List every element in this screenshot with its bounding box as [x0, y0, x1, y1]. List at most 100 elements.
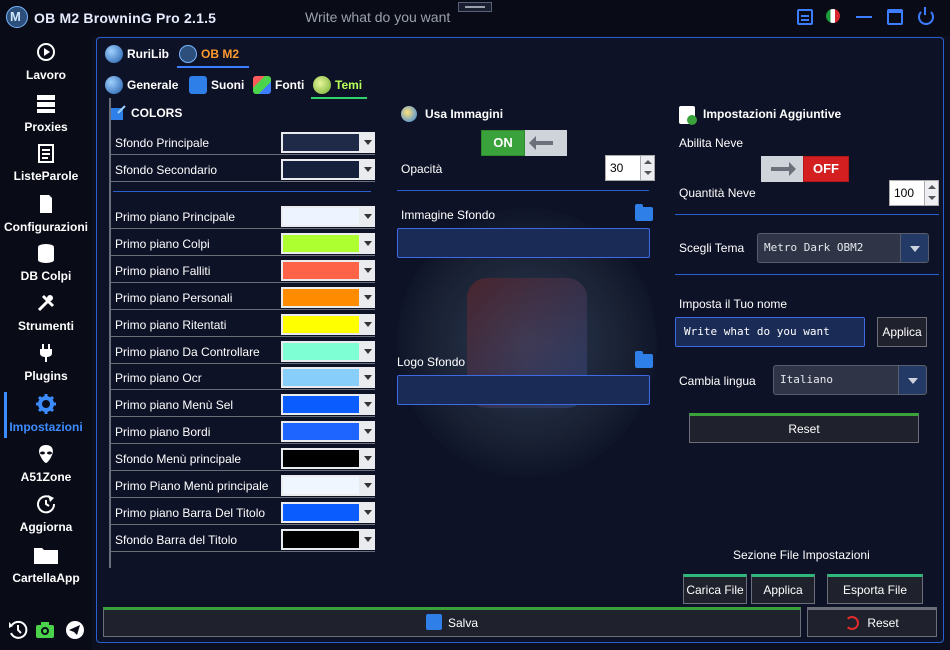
color-row: Sfondo Menù principale [111, 446, 375, 471]
color-swatch[interactable] [281, 341, 361, 362]
drag-handle-icon[interactable] [458, 2, 492, 12]
tab-generale[interactable]: Generale [103, 71, 183, 99]
folder-icon[interactable] [635, 351, 653, 368]
sidebar-item-listeparole[interactable]: ListeParole [0, 139, 92, 189]
sidebar: Lavoro Proxies ListeParole Configurazion… [0, 36, 92, 650]
color-swatch[interactable] [281, 367, 361, 388]
sidebar-item-plugins[interactable]: Plugins [0, 339, 92, 389]
minimize-icon[interactable] [856, 16, 872, 18]
color-dropdown-button[interactable] [361, 475, 375, 496]
color-dropdown-button[interactable] [361, 448, 375, 469]
sidebar-item-label: Aggiorna [19, 520, 73, 534]
folder-icon[interactable] [635, 204, 653, 221]
chevron-down-icon[interactable] [900, 234, 928, 262]
color-dropdown-button[interactable] [361, 132, 375, 153]
snow-qty-stepper[interactable]: 100 [889, 180, 939, 206]
sidebar-item-proxies[interactable]: Proxies [0, 90, 92, 140]
color-swatch[interactable] [281, 394, 361, 415]
color-swatch[interactable] [281, 287, 361, 308]
color-swatch[interactable] [281, 421, 361, 442]
tab-temi[interactable]: Temi [311, 71, 367, 99]
sidebar-item-db-colpi[interactable]: DB Colpi [0, 239, 92, 289]
tab-suoni[interactable]: Suoni [187, 71, 247, 99]
color-dropdown-button[interactable] [361, 421, 375, 442]
camera-icon[interactable] [35, 620, 55, 640]
file-section-label: Sezione File Impostazioni [733, 548, 870, 562]
color-dropdown-button[interactable] [361, 502, 375, 523]
color-dropdown-button[interactable] [361, 260, 375, 281]
apply-file-button[interactable]: Applica [751, 574, 815, 604]
color-dropdown-button[interactable] [361, 233, 375, 254]
sidebar-item-configurazioni[interactable]: Configurazioni [0, 190, 92, 240]
save-button[interactable]: Salva [103, 607, 801, 637]
color-swatch[interactable] [281, 159, 361, 180]
save-icon [425, 614, 442, 630]
tab-fonti[interactable]: Fonti [251, 71, 305, 99]
color-dropdown-button[interactable] [361, 314, 375, 335]
color-dropdown-button[interactable] [361, 341, 375, 362]
stepper-arrows[interactable] [924, 181, 938, 205]
power-icon[interactable] [918, 7, 934, 25]
additional-settings-title: Impostazioni Aggiuntive [703, 107, 842, 121]
use-images-label: Usa Immagini [425, 107, 504, 121]
title-search-input[interactable]: Write what do you want [305, 9, 450, 25]
tab-ob-m2[interactable]: OB M2 [177, 40, 249, 68]
export-file-button[interactable]: Esporta File [827, 574, 923, 604]
stepper-arrows[interactable] [640, 156, 654, 180]
load-file-button[interactable]: Carica File [683, 574, 747, 604]
sidebar-item-aggiorna[interactable]: Aggiorna [0, 490, 92, 540]
color-dropdown-button[interactable] [361, 287, 375, 308]
server-icon [37, 95, 55, 113]
language-select[interactable]: Italiano [773, 365, 927, 395]
snow-qty-label: Quantità Neve [679, 186, 756, 200]
color-swatch[interactable] [281, 448, 361, 469]
history-icon[interactable] [8, 620, 28, 640]
sidebar-item-cartellaapp[interactable]: CartellaApp [0, 541, 92, 591]
color-row-label: Primo piano Bordi [115, 425, 211, 439]
color-swatch[interactable] [281, 314, 361, 335]
color-swatch[interactable] [281, 132, 361, 153]
color-row-label: Sfondo Menù principale [115, 452, 242, 466]
italian-flag-icon[interactable] [826, 9, 840, 23]
color-swatch[interactable] [281, 475, 361, 496]
sidebar-item-strumenti[interactable]: Strumenti [0, 289, 92, 339]
color-swatch[interactable] [281, 260, 361, 281]
theme-select[interactable]: Metro Dark OBM2 [757, 233, 929, 263]
color-dropdown-button[interactable] [361, 367, 375, 388]
logo-input[interactable] [397, 375, 650, 405]
reset-label: Reset [867, 616, 899, 630]
opacity-stepper[interactable]: 30 [605, 155, 655, 181]
color-dropdown-button[interactable] [361, 394, 375, 415]
separator [113, 191, 371, 192]
apply-name-button[interactable]: Applica [877, 317, 927, 347]
reset-settings-button[interactable]: Reset [689, 413, 919, 443]
separator [397, 190, 649, 191]
color-dropdown-button[interactable] [361, 159, 375, 180]
chevron-down-icon[interactable] [898, 366, 926, 394]
bg-image-input[interactable] [397, 228, 650, 258]
palette-icon [313, 76, 331, 94]
color-swatch[interactable] [281, 206, 361, 227]
use-images-toggle[interactable]: ON [481, 130, 567, 156]
sidebar-item-a51zone[interactable]: A51Zone [0, 440, 92, 490]
color-swatch[interactable] [281, 502, 361, 523]
color-dropdown-button[interactable] [361, 529, 375, 550]
telegram-icon[interactable] [65, 620, 85, 640]
maximize-icon[interactable] [887, 9, 903, 25]
tab-rurilib[interactable]: RuriLib [103, 40, 169, 68]
reset-button[interactable]: Reset [807, 607, 937, 637]
color-swatch[interactable] [281, 529, 361, 550]
color-row: Primo piano Bordi [111, 419, 375, 444]
color-row: Primo piano Da Controllare [111, 339, 375, 364]
tab-label: OB M2 [201, 47, 240, 61]
sidebar-item-lavoro[interactable]: Lavoro [0, 38, 92, 88]
language-select-value: Italiano [780, 373, 833, 386]
snow-toggle[interactable]: OFF [761, 156, 849, 182]
edit-icon [111, 105, 126, 120]
color-dropdown-button[interactable] [361, 206, 375, 227]
sidebar-item-impostazioni[interactable]: Impostazioni [0, 390, 92, 440]
color-swatch[interactable] [281, 233, 361, 254]
name-input[interactable]: Write what do you want [675, 317, 865, 347]
document-icon[interactable] [797, 9, 813, 25]
color-row-label: Primo piano Da Controllare [115, 345, 260, 359]
